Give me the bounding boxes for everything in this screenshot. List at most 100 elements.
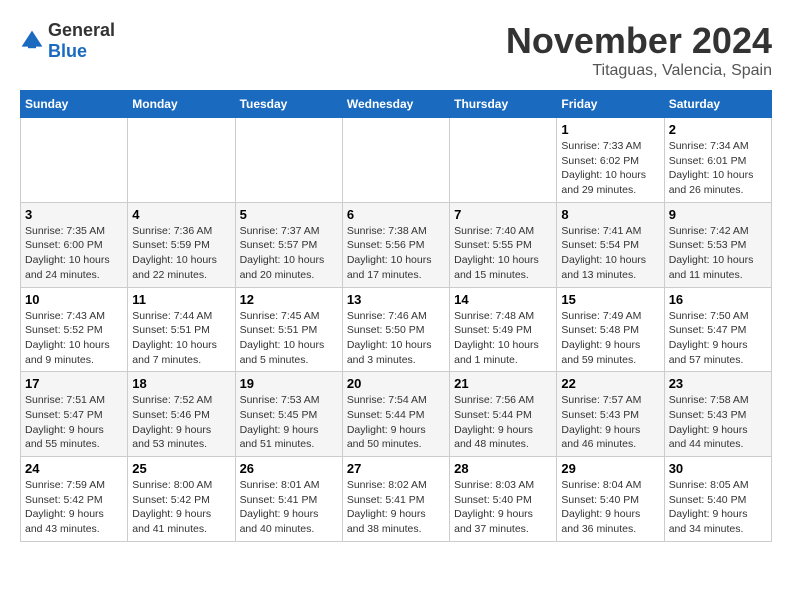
day-number: 29 xyxy=(561,461,659,476)
day-number: 24 xyxy=(25,461,123,476)
day-info: Sunrise: 8:03 AM Sunset: 5:40 PM Dayligh… xyxy=(454,478,552,537)
calendar-cell: 30 Sunrise: 8:05 AM Sunset: 5:40 PM Dayli… xyxy=(664,457,771,542)
day-number: 10 xyxy=(25,292,123,307)
calendar-cell: 25 Sunrise: 8:00 AM Sunset: 5:42 PM Dayli… xyxy=(128,457,235,542)
day-info: Sunrise: 8:01 AM Sunset: 5:41 PM Dayligh… xyxy=(240,478,338,537)
calendar-week-4: 17Sunrise: 7:51 AM Sunset: 5:47 PM Dayli… xyxy=(21,372,772,457)
title-section: November 2024 Titaguas, Valencia, Spain xyxy=(506,20,772,80)
calendar-week-1: 1 Sunrise: 7:33 AM Sunset: 6:02 PM Daylig… xyxy=(21,118,772,203)
day-info: Sunrise: 7:57 AM Sunset: 5:43 PM Dayligh… xyxy=(561,393,659,452)
calendar-week-2: 3 Sunrise: 7:35 AM Sunset: 6:00 PM Daylig… xyxy=(21,202,772,287)
day-info: Sunrise: 7:43 AM Sunset: 5:52 PM Dayligh… xyxy=(25,309,123,368)
day-number: 3 xyxy=(25,207,123,222)
day-number: 11 xyxy=(132,292,230,307)
logo-icon xyxy=(20,29,44,53)
weekday-header-friday: Friday xyxy=(557,91,664,118)
day-info: Sunrise: 7:36 AM Sunset: 5:59 PM Dayligh… xyxy=(132,224,230,283)
calendar-cell: 12Sunrise: 7:45 AM Sunset: 5:51 PM Dayli… xyxy=(235,287,342,372)
day-info: Sunrise: 7:38 AM Sunset: 5:56 PM Dayligh… xyxy=(347,224,445,283)
calendar-cell xyxy=(235,118,342,203)
weekday-header-sunday: Sunday xyxy=(21,91,128,118)
calendar-cell: 10 Sunrise: 7:43 AM Sunset: 5:52 PM Dayli… xyxy=(21,287,128,372)
calendar-cell: 13 Sunrise: 7:46 AM Sunset: 5:50 PM Dayli… xyxy=(342,287,449,372)
day-number: 15 xyxy=(561,292,659,307)
day-number: 14 xyxy=(454,292,552,307)
calendar-cell: 11 Sunrise: 7:44 AM Sunset: 5:51 PM Dayli… xyxy=(128,287,235,372)
calendar-week-5: 24Sunrise: 7:59 AM Sunset: 5:42 PM Dayli… xyxy=(21,457,772,542)
calendar-cell: 6 Sunrise: 7:38 AM Sunset: 5:56 PM Daylig… xyxy=(342,202,449,287)
weekday-header-thursday: Thursday xyxy=(450,91,557,118)
day-info: Sunrise: 7:33 AM Sunset: 6:02 PM Dayligh… xyxy=(561,139,659,198)
day-number: 8 xyxy=(561,207,659,222)
calendar-cell: 22 Sunrise: 7:57 AM Sunset: 5:43 PM Dayli… xyxy=(557,372,664,457)
calendar-cell: 2 Sunrise: 7:34 AM Sunset: 6:01 PM Daylig… xyxy=(664,118,771,203)
day-info: Sunrise: 7:54 AM Sunset: 5:44 PM Dayligh… xyxy=(347,393,445,452)
day-number: 18 xyxy=(132,376,230,391)
calendar-cell: 19 Sunrise: 7:53 AM Sunset: 5:45 PM Dayli… xyxy=(235,372,342,457)
day-info: Sunrise: 7:41 AM Sunset: 5:54 PM Dayligh… xyxy=(561,224,659,283)
day-number: 30 xyxy=(669,461,767,476)
weekday-header-monday: Monday xyxy=(128,91,235,118)
weekday-header-saturday: Saturday xyxy=(664,91,771,118)
day-info: Sunrise: 7:58 AM Sunset: 5:43 PM Dayligh… xyxy=(669,393,767,452)
calendar-cell xyxy=(342,118,449,203)
calendar-cell: 29 Sunrise: 8:04 AM Sunset: 5:40 PM Dayli… xyxy=(557,457,664,542)
calendar-cell xyxy=(450,118,557,203)
day-info: Sunrise: 7:35 AM Sunset: 6:00 PM Dayligh… xyxy=(25,224,123,283)
calendar-cell xyxy=(128,118,235,203)
day-number: 27 xyxy=(347,461,445,476)
calendar-cell: 17Sunrise: 7:51 AM Sunset: 5:47 PM Dayli… xyxy=(21,372,128,457)
calendar-cell: 5Sunrise: 7:37 AM Sunset: 5:57 PM Daylig… xyxy=(235,202,342,287)
day-info: Sunrise: 7:44 AM Sunset: 5:51 PM Dayligh… xyxy=(132,309,230,368)
day-info: Sunrise: 7:37 AM Sunset: 5:57 PM Dayligh… xyxy=(240,224,338,283)
calendar-table: SundayMondayTuesdayWednesdayThursdayFrid… xyxy=(20,90,772,542)
day-number: 28 xyxy=(454,461,552,476)
calendar-cell: 16Sunrise: 7:50 AM Sunset: 5:47 PM Dayli… xyxy=(664,287,771,372)
calendar-cell: 26 Sunrise: 8:01 AM Sunset: 5:41 PM Dayli… xyxy=(235,457,342,542)
day-number: 6 xyxy=(347,207,445,222)
month-title: November 2024 xyxy=(506,20,772,62)
day-info: Sunrise: 7:56 AM Sunset: 5:44 PM Dayligh… xyxy=(454,393,552,452)
day-info: Sunrise: 7:53 AM Sunset: 5:45 PM Dayligh… xyxy=(240,393,338,452)
calendar-cell: 4 Sunrise: 7:36 AM Sunset: 5:59 PM Daylig… xyxy=(128,202,235,287)
day-info: Sunrise: 7:46 AM Sunset: 5:50 PM Dayligh… xyxy=(347,309,445,368)
day-number: 23 xyxy=(669,376,767,391)
day-info: Sunrise: 7:40 AM Sunset: 5:55 PM Dayligh… xyxy=(454,224,552,283)
logo-general-text: General xyxy=(48,20,115,40)
day-info: Sunrise: 7:49 AM Sunset: 5:48 PM Dayligh… xyxy=(561,309,659,368)
day-number: 26 xyxy=(240,461,338,476)
day-info: Sunrise: 7:52 AM Sunset: 5:46 PM Dayligh… xyxy=(132,393,230,452)
calendar-cell xyxy=(21,118,128,203)
day-number: 2 xyxy=(669,122,767,137)
day-info: Sunrise: 7:42 AM Sunset: 5:53 PM Dayligh… xyxy=(669,224,767,283)
day-number: 1 xyxy=(561,122,659,137)
day-number: 22 xyxy=(561,376,659,391)
logo: General Blue xyxy=(20,20,115,62)
calendar-cell: 23 Sunrise: 7:58 AM Sunset: 5:43 PM Dayli… xyxy=(664,372,771,457)
calendar-cell: 24Sunrise: 7:59 AM Sunset: 5:42 PM Dayli… xyxy=(21,457,128,542)
day-info: Sunrise: 7:34 AM Sunset: 6:01 PM Dayligh… xyxy=(669,139,767,198)
calendar-cell: 20Sunrise: 7:54 AM Sunset: 5:44 PM Dayli… xyxy=(342,372,449,457)
calendar-cell: 18 Sunrise: 7:52 AM Sunset: 5:46 PM Dayli… xyxy=(128,372,235,457)
calendar-cell: 14 Sunrise: 7:48 AM Sunset: 5:49 PM Dayli… xyxy=(450,287,557,372)
calendar-cell: 15 Sunrise: 7:49 AM Sunset: 5:48 PM Dayli… xyxy=(557,287,664,372)
calendar-cell: 9 Sunrise: 7:42 AM Sunset: 5:53 PM Daylig… xyxy=(664,202,771,287)
day-number: 13 xyxy=(347,292,445,307)
day-number: 17 xyxy=(25,376,123,391)
calendar-cell: 27Sunrise: 8:02 AM Sunset: 5:41 PM Dayli… xyxy=(342,457,449,542)
day-info: Sunrise: 7:48 AM Sunset: 5:49 PM Dayligh… xyxy=(454,309,552,368)
day-number: 21 xyxy=(454,376,552,391)
day-info: Sunrise: 8:00 AM Sunset: 5:42 PM Dayligh… xyxy=(132,478,230,537)
day-number: 9 xyxy=(669,207,767,222)
page-header: General Blue November 2024 Titaguas, Val… xyxy=(20,20,772,80)
calendar-cell: 21 Sunrise: 7:56 AM Sunset: 5:44 PM Dayli… xyxy=(450,372,557,457)
day-number: 7 xyxy=(454,207,552,222)
day-info: Sunrise: 7:45 AM Sunset: 5:51 PM Dayligh… xyxy=(240,309,338,368)
logo-blue-text: Blue xyxy=(48,41,87,61)
day-info: Sunrise: 8:04 AM Sunset: 5:40 PM Dayligh… xyxy=(561,478,659,537)
day-number: 16 xyxy=(669,292,767,307)
day-number: 19 xyxy=(240,376,338,391)
day-number: 25 xyxy=(132,461,230,476)
day-number: 4 xyxy=(132,207,230,222)
day-info: Sunrise: 8:05 AM Sunset: 5:40 PM Dayligh… xyxy=(669,478,767,537)
